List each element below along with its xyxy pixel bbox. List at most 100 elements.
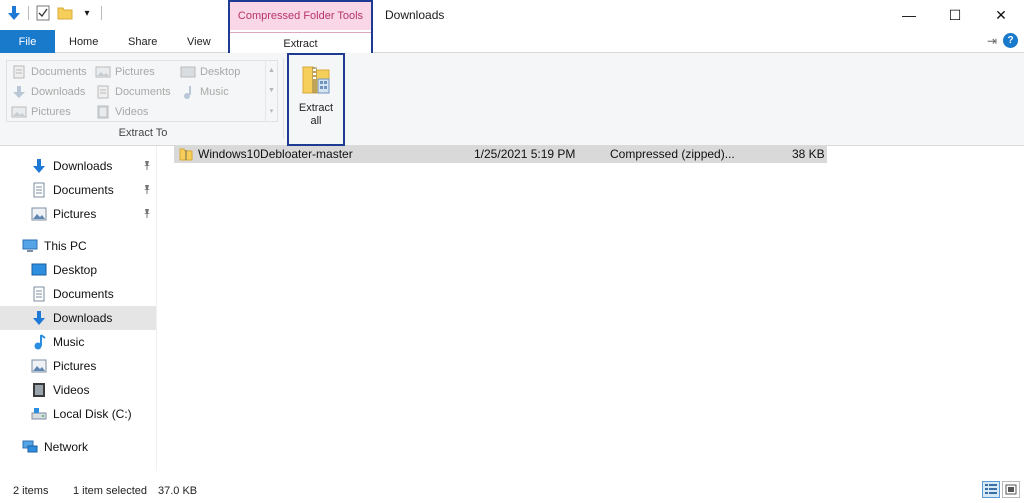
extract-to-videos[interactable]: Videos [95,103,148,121]
contextual-tab-header: Compressed Folder Tools [230,2,371,30]
nav-network[interactable]: Network [0,435,157,459]
maximize-button[interactable]: ☐ [932,0,978,30]
nav-this-pc[interactable]: This PC [0,234,157,258]
status-size: 37.0 KB [158,485,198,497]
zip-folder-icon [179,147,193,164]
new-folder-icon[interactable] [57,5,73,21]
nav-item-label: Downloads [53,311,113,325]
nav-music[interactable]: Music [0,330,157,354]
navigation-pane: Downloads Documents Pictures This PC Des… [0,146,157,471]
gallery-item-label: Pictures [115,66,155,78]
this-pc-icon [22,238,38,254]
quick-access-toolbar: ▾ [6,5,102,21]
status-bar: 2 items 1 item selected 37.0 KB [0,478,1024,503]
nav-item-label: Videos [53,383,90,397]
nav-local-disk[interactable]: Local Disk (C:) [0,402,157,426]
nav-quick-pictures[interactable]: Pictures [0,202,157,226]
close-button[interactable]: ✕ [978,0,1024,30]
documents-icon [31,182,47,198]
extract-all-label: Extract all [298,102,334,127]
pin-icon[interactable] [141,184,151,194]
ribbon-pin-icon[interactable]: ⇥ [987,34,997,48]
videos-icon [31,382,47,398]
gallery-item-label: Desktop [200,66,241,78]
tab-file[interactable]: File [0,30,55,53]
file-row-selected[interactable]: Windows10Debloater-master 1/25/2021 5:19… [174,146,827,163]
pictures-icon [31,206,47,222]
extract-to-group-label: Extract To [118,127,168,139]
ribbon-panel: Documents Pictures Desktop Downloads Doc… [0,53,1024,146]
gallery-item-label: Music [200,86,229,98]
title-bar: ▾ Downloads — ☐ ✕ [0,0,1024,30]
ribbon-right-controls: ⇥ ? [987,33,1018,48]
nav-quick-documents[interactable]: Documents [0,178,157,202]
nav-desktop[interactable]: Desktop [0,258,157,282]
pictures-icon [11,105,27,119]
extract-all-button[interactable]: Extract all [287,53,345,146]
file-size: 38 KB [792,147,825,161]
compressed-folder-tools-group: Compressed Folder Tools Extract [228,0,373,57]
window-title: Downloads [385,8,445,22]
network-icon [22,439,38,455]
nav-item-label: Network [44,440,89,454]
nav-item-label: Pictures [53,359,97,373]
nav-item-label: Documents [53,287,114,301]
desktop-icon [31,262,47,278]
nav-item-label: This PC [44,239,87,253]
tab-view[interactable]: View [187,30,211,53]
nav-item-label: Desktop [53,263,98,277]
documents-icon [31,286,47,302]
gallery-item-label: Documents [115,86,171,98]
status-selection: 1 item selected [73,485,147,497]
tab-share[interactable]: Share [128,30,157,53]
pictures-icon [31,358,47,374]
nav-item-label: Documents [53,183,114,197]
nav-item-label: Music [53,335,85,349]
properties-icon[interactable] [35,5,51,21]
gallery-item-label: Downloads [31,86,86,98]
nav-videos[interactable]: Videos [0,378,157,402]
gallery-scroll-down-icon[interactable]: ▼ [268,87,275,94]
extract-to-music[interactable]: Music [180,83,229,101]
music-icon [31,334,47,350]
details-view-icon[interactable] [982,481,1000,498]
file-type: Compressed (zipped)... [610,147,735,161]
minimize-button[interactable]: — [886,0,932,30]
file-name: Windows10Debloater-master [198,147,353,161]
ribbon-group-separator [283,59,284,139]
customize-dropdown-icon[interactable]: ▾ [79,5,95,21]
extract-to-desktop[interactable]: Desktop [180,63,240,81]
extract-to-documents-2[interactable]: Documents [95,83,171,101]
tab-home[interactable]: Home [69,30,98,53]
downloads-icon [31,310,47,326]
toolbar-separator [28,6,29,20]
music-icon [180,85,196,99]
toolbar-separator [101,6,102,20]
nav-item-label: Local Disk (C:) [53,407,132,421]
nav-item-label: Pictures [53,207,97,221]
nav-pictures[interactable]: Pictures [0,354,157,378]
extract-to-gallery: Documents Pictures Desktop Downloads Doc… [6,60,278,122]
desktop-icon [180,65,196,79]
extract-to-downloads[interactable]: Downloads [11,83,85,101]
down-arrow-icon[interactable] [6,5,22,21]
large-icons-view-icon[interactable] [1002,481,1020,498]
help-icon[interactable]: ? [1003,33,1018,48]
nav-downloads[interactable]: Downloads [0,306,157,330]
pin-icon[interactable] [141,160,151,170]
gallery-scroll: ▲ ▼ ▾ [265,61,277,121]
gallery-scroll-up-icon[interactable]: ▲ [268,67,275,74]
downloads-icon [11,85,27,99]
extract-to-documents[interactable]: Documents [11,63,87,81]
gallery-item-label: Pictures [31,106,71,118]
extract-to-pictures-2[interactable]: Pictures [11,103,71,121]
extract-to-pictures[interactable]: Pictures [95,63,155,81]
tab-extract[interactable]: Extract [230,32,371,55]
nav-quick-downloads[interactable]: Downloads [0,154,157,178]
nav-documents[interactable]: Documents [0,282,157,306]
window-controls: — ☐ ✕ [886,0,1024,30]
view-toggle [982,481,1020,498]
documents-icon [95,85,111,99]
gallery-expand-icon[interactable]: ▾ [270,107,274,115]
pin-icon[interactable] [141,208,151,218]
